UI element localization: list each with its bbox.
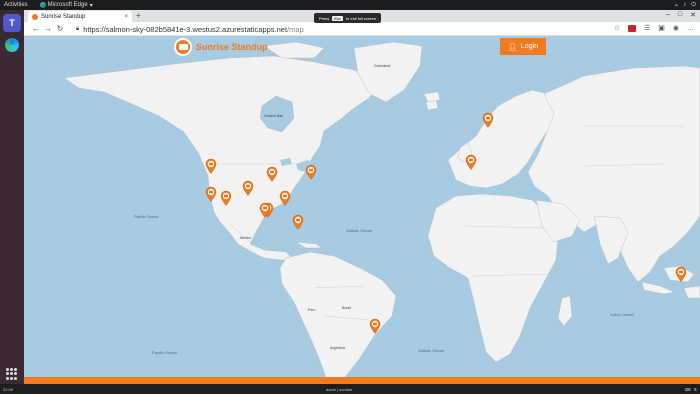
fullscreen-suffix-text: to exit full screen (345, 15, 376, 21)
coffee-mug-icon (174, 38, 192, 56)
map-pin-losangeles[interactable] (220, 190, 232, 206)
collections-icon[interactable]: ▣ (658, 24, 665, 32)
extension-icon[interactable] (627, 24, 636, 32)
network-icon: ⌁ (674, 2, 679, 9)
login-label: Login (520, 43, 539, 50)
map-pin-paris[interactable] (465, 154, 477, 170)
system-tray[interactable]: ⌁ ♪ ⏻ (675, 2, 696, 9)
favicon-icon (32, 13, 38, 20)
login-button[interactable]: 👤︎ Login (500, 38, 546, 55)
window-controls: – □ ✕ (666, 11, 696, 19)
brand-logo[interactable]: Sunrise Standup (174, 38, 268, 56)
map-pin-atlanta[interactable] (279, 190, 291, 206)
taskbar-title: azure | sunrise (326, 386, 353, 392)
favorites-list-icon[interactable]: ☰ (644, 24, 650, 32)
tab-title: Sunrise Standup (41, 13, 86, 20)
back-icon[interactable]: ← (30, 24, 42, 33)
ocean-label-pacific-south: Pacific Ocean (152, 350, 177, 355)
fullscreen-esc-key: Esc (332, 15, 343, 21)
browser-toolbar: ← → ↻ 🔒︎ https://salmon-sky-082b5841e-3.… (24, 22, 700, 36)
new-tab-button[interactable]: + (136, 11, 141, 20)
user-icon: 👤︎ (507, 43, 517, 51)
minimize-icon[interactable]: – (666, 11, 670, 19)
favorite-icon[interactable]: ☆ (614, 24, 620, 32)
world-map[interactable] (24, 36, 700, 384)
ocean-label-indian: Indian Ocean (610, 312, 634, 317)
url-path: /map (287, 24, 304, 34)
footer-bar (24, 377, 700, 384)
chevron-down-icon: ▾ (89, 2, 93, 9)
refresh-icon[interactable]: ↻ (54, 24, 66, 33)
map-pin-minneapolis[interactable] (259, 202, 271, 218)
keyboard-icon[interactable]: ⌨ (685, 387, 691, 392)
network-tray-icon[interactable]: ⇅ (694, 387, 697, 392)
maximize-icon[interactable]: □ (678, 11, 682, 19)
taskbar-clock: 22:49 (3, 386, 14, 392)
app-menu[interactable]: Microsoft Edge ▾ (39, 2, 93, 9)
dock: T (0, 10, 24, 384)
map-pin-houston[interactable] (292, 214, 304, 230)
map-pin-newyork[interactable] (305, 164, 317, 180)
volume-icon: ♪ (683, 1, 687, 8)
ocean-label-atlantic-north: Atlantic Ocean (346, 228, 373, 233)
map-pin-seattle[interactable] (205, 158, 217, 174)
show-apps-icon[interactable] (6, 368, 18, 380)
url-host: https://salmon-sky-082b5841e-3.westus2.a… (83, 24, 288, 34)
edge-dock-icon[interactable] (3, 36, 21, 54)
map-pin-sanfrancisco[interactable] (205, 186, 217, 202)
brand-name: Sunrise Standup (196, 42, 268, 52)
place-label-peru: Peru (308, 308, 316, 312)
lock-icon[interactable]: 🔒︎ (76, 26, 79, 33)
system-top-bar: Activities Microsoft Edge ▾ ⌁ ♪ ⏻ (0, 0, 700, 10)
address-bar[interactable]: 🔒︎ https://salmon-sky-082b5841e-3.westus… (76, 24, 596, 34)
app-menu-label: Microsoft Edge (47, 2, 88, 8)
forward-icon[interactable]: → (42, 24, 54, 33)
edge-icon (39, 2, 46, 8)
place-label-mexico: Mexico (240, 236, 252, 240)
taskbar-tray: ⌨ ⇅ (685, 387, 697, 392)
activities-button[interactable]: Activities (4, 2, 28, 8)
bottom-taskbar: 22:49 azure | sunrise ⌨ ⇅ (0, 384, 700, 394)
place-label-argentina: Argentina (330, 346, 345, 350)
map-pin-denver[interactable] (242, 180, 254, 196)
ocean-label-pacific-north: Pacific Ocean (134, 214, 159, 219)
place-label-greenland: Greenland (374, 64, 391, 68)
browser-window: Sunrise Standup × + – □ ✕ Press Esc to e… (24, 10, 700, 384)
map-page: Pacific Ocean Atlantic Ocean Pacific Oce… (24, 36, 700, 384)
map-pin-singapore[interactable] (675, 266, 687, 282)
map-pin-norway[interactable] (482, 112, 494, 128)
power-icon: ⏻ (691, 1, 696, 8)
teams-icon[interactable]: T (3, 14, 21, 32)
close-tab-icon[interactable]: × (124, 14, 128, 20)
tab-sunrise-standup[interactable]: Sunrise Standup × (28, 11, 132, 22)
more-icon[interactable]: … (687, 25, 694, 32)
place-label-hudson-bay: Hudson Bay (264, 114, 284, 118)
fullscreen-notice: Press Esc to exit full screen (314, 13, 381, 23)
map-pin-chicago[interactable] (266, 166, 278, 182)
fullscreen-press-text: Press (319, 15, 330, 21)
map-pin-brazil[interactable] (369, 318, 381, 334)
profile-icon[interactable]: ◉ (673, 24, 679, 32)
close-window-icon[interactable]: ✕ (690, 11, 696, 19)
place-label-brazil: Brazil (342, 306, 351, 310)
ocean-label-atlantic-south: Atlantic Ocean (418, 348, 445, 353)
toolbar-actions: ☆ ☰ ▣ ◉ … (614, 24, 694, 32)
